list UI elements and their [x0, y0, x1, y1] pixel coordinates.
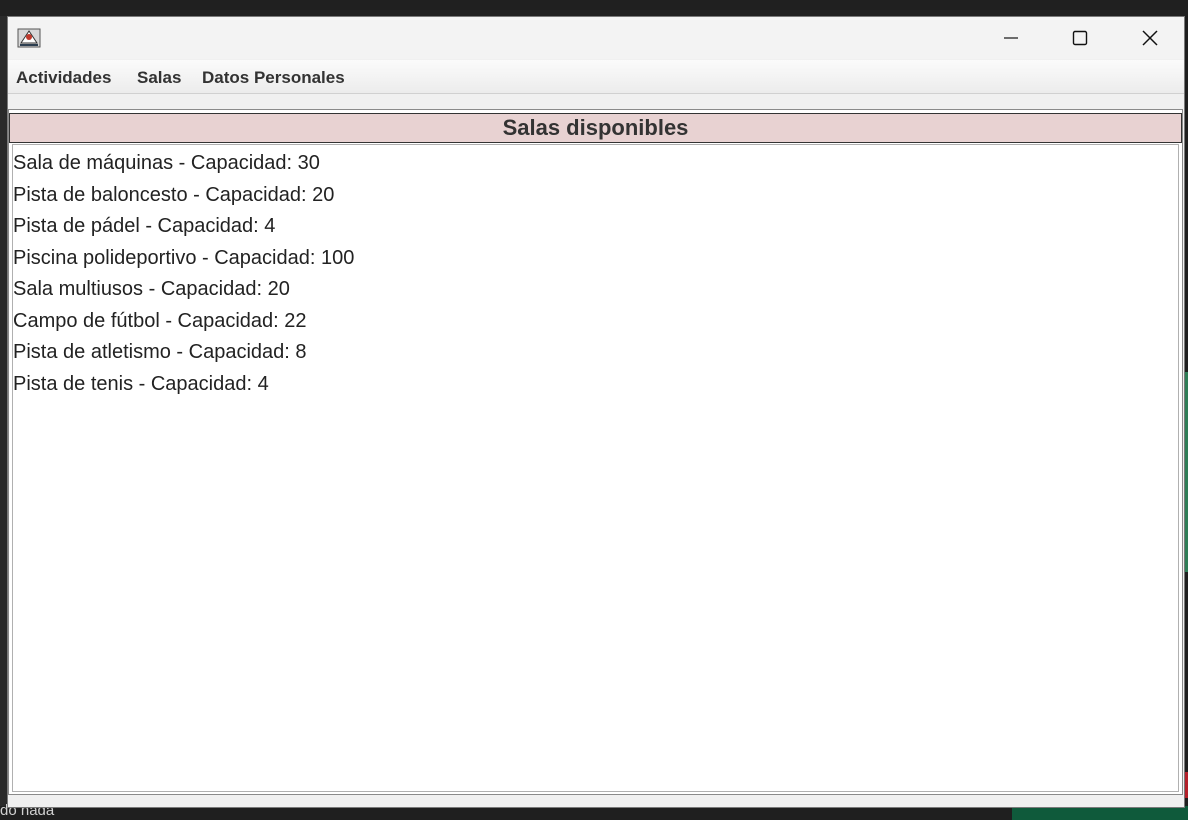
salas-list[interactable]: Sala de máquinas - Capacidad: 30 Pista d… [12, 144, 1179, 792]
panel-title: Salas disponibles [9, 113, 1182, 143]
close-button[interactable] [1115, 17, 1185, 59]
list-item[interactable]: Pista de baloncesto - Capacidad: 20 [13, 184, 334, 207]
maximize-button[interactable] [1045, 17, 1115, 59]
menu-datos-personales[interactable]: Datos Personales [202, 68, 345, 88]
list-item[interactable]: Pista de atletismo - Capacidad: 8 [13, 341, 307, 364]
minimize-icon [1004, 37, 1018, 39]
java-app-icon [17, 25, 41, 49]
maximize-icon [1072, 30, 1088, 46]
app-window: Actividades Salas Datos Personales Salas… [7, 16, 1185, 808]
list-item[interactable]: Piscina polideportivo - Capacidad: 100 [13, 247, 354, 270]
minimize-button[interactable] [976, 17, 1046, 59]
menu-actividades[interactable]: Actividades [16, 68, 111, 88]
list-item[interactable]: Pista de pádel - Capacidad: 4 [13, 215, 275, 238]
menu-salas[interactable]: Salas [137, 68, 181, 88]
desktop-background [0, 0, 1188, 16]
menu-bar: Actividades Salas Datos Personales [8, 60, 1184, 94]
title-bar[interactable] [8, 17, 1184, 59]
close-icon [1142, 30, 1158, 46]
list-item[interactable]: Sala multiusos - Capacidad: 20 [13, 278, 290, 301]
list-item[interactable]: Sala de máquinas - Capacidad: 30 [13, 152, 320, 175]
list-item[interactable]: Campo de fútbol - Capacidad: 22 [13, 310, 307, 333]
window-bottom-edge [8, 797, 1184, 807]
list-item[interactable]: Pista de tenis - Capacidad: 4 [13, 373, 269, 396]
background-taskbar-edge [0, 806, 1188, 820]
salas-panel: Salas disponibles Sala de máquinas - Cap… [8, 109, 1183, 795]
background-green-area [1012, 806, 1188, 820]
